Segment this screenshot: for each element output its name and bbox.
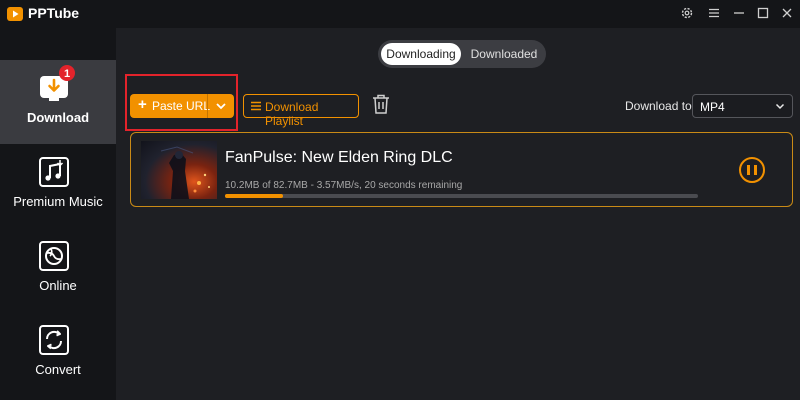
minimize-icon[interactable] bbox=[730, 4, 748, 22]
progress-fill bbox=[225, 194, 284, 198]
button-divider bbox=[207, 94, 208, 118]
video-title: FanPulse: New Elden Ring DLC bbox=[225, 149, 453, 166]
download-playlist-label: Download Playlist bbox=[265, 100, 319, 128]
app-title: PPTube bbox=[28, 5, 80, 21]
svg-text:1: 1 bbox=[64, 68, 70, 80]
format-select[interactable]: MP4 bbox=[692, 94, 793, 118]
globe-icon bbox=[39, 241, 69, 271]
download-playlist-button[interactable]: Download Playlist bbox=[243, 94, 359, 128]
download-tabs: Downloading Downloaded bbox=[378, 40, 546, 68]
sidebar-item-label: Premium Music bbox=[13, 194, 103, 209]
pause-icon bbox=[747, 165, 750, 175]
format-value: MP4 bbox=[700, 100, 725, 114]
close-icon[interactable] bbox=[778, 4, 796, 22]
download-item: FanPulse: New Elden Ring DLC 10.2MB of 8… bbox=[130, 132, 793, 207]
sidebar-item-convert[interactable]: Convert bbox=[0, 312, 116, 396]
notification-badge: 1 bbox=[59, 65, 75, 81]
app-logo-icon bbox=[7, 7, 23, 21]
sidebar-item-label: Convert bbox=[35, 362, 81, 377]
video-thumbnail bbox=[141, 141, 217, 199]
sidebar-item-download[interactable]: 1 Download bbox=[0, 60, 116, 144]
trash-icon[interactable] bbox=[372, 94, 390, 114]
progress-bar bbox=[225, 194, 698, 198]
paste-url-button[interactable]: + Paste URL bbox=[130, 94, 234, 118]
download-to-label: Download to bbox=[625, 99, 692, 113]
sidebar-item-online[interactable]: Online bbox=[0, 228, 116, 312]
plus-icon: + bbox=[138, 96, 147, 113]
sidebar-item-label: Download bbox=[26, 110, 90, 125]
list-icon bbox=[251, 101, 261, 111]
sidebar-item-label: Online bbox=[39, 278, 77, 293]
chevron-down-icon bbox=[775, 103, 785, 110]
pause-button[interactable] bbox=[739, 157, 765, 183]
maximize-icon[interactable] bbox=[754, 4, 772, 22]
progress-text: 10.2MB of 82.7MB - 3.57MB/s, 20 seconds … bbox=[225, 180, 463, 191]
music-icon bbox=[39, 157, 69, 187]
title-bar: PPTube bbox=[0, 0, 800, 28]
menu-icon[interactable] bbox=[705, 4, 723, 22]
gear-icon[interactable] bbox=[678, 4, 696, 22]
chevron-down-icon[interactable] bbox=[213, 98, 229, 114]
sidebar-item-premium-music[interactable]: Premium Music bbox=[0, 144, 116, 228]
tab-downloading[interactable]: Downloading bbox=[381, 43, 461, 65]
sidebar: 1 Download Premium Music Online Convert bbox=[0, 28, 116, 400]
convert-icon bbox=[39, 325, 69, 355]
paste-url-label: Paste URL bbox=[152, 99, 211, 113]
pause-icon-bar bbox=[754, 165, 757, 175]
tab-downloaded[interactable]: Downloaded bbox=[464, 43, 544, 65]
